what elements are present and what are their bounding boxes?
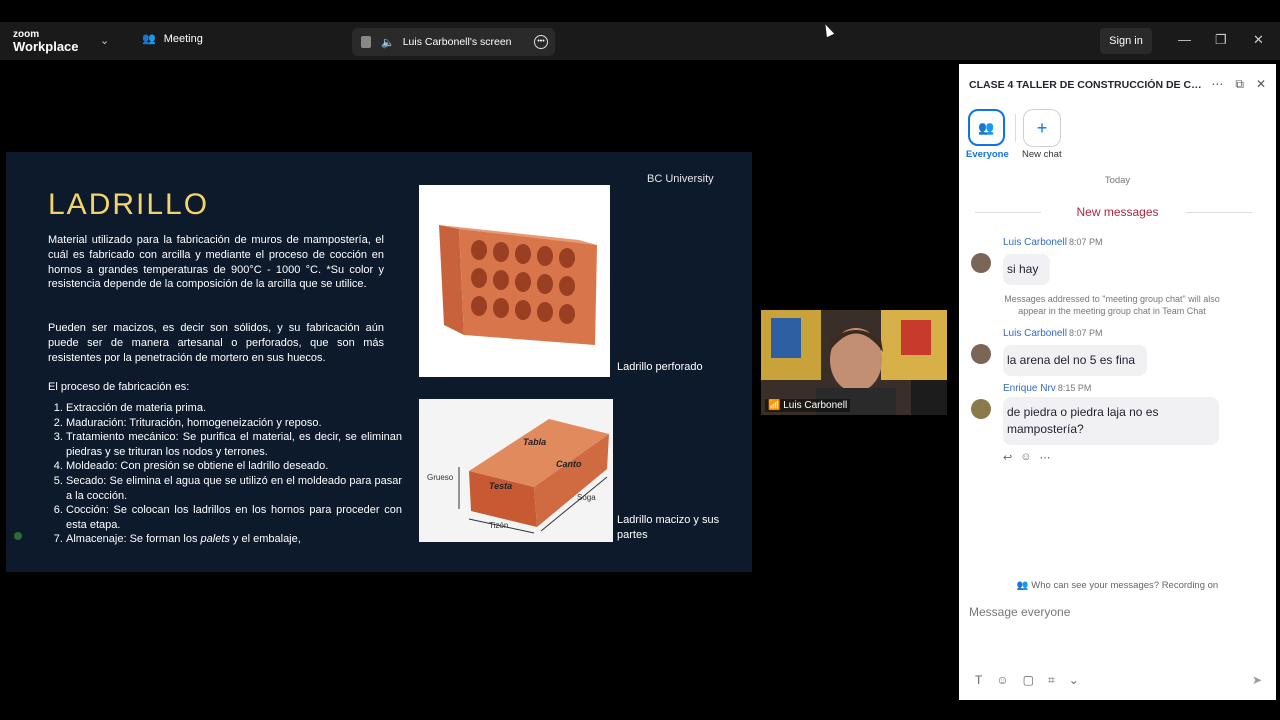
emoji-icon[interactable]: ☺ — [996, 673, 1008, 688]
process-intro: El proceso de fabricación es: — [48, 381, 190, 393]
date-separator: Today — [1104, 175, 1131, 186]
screen-share-indicator[interactable]: 🔈 Luis Carbonell's screen ••• — [352, 28, 555, 56]
visibility-notice[interactable]: 👥 Who can see your messages? Recording o… — [959, 580, 1276, 591]
add-reaction-icon[interactable]: ☺ — [1020, 451, 1031, 464]
top-bar: zoom Workplace ⌄ 👥 Meeting 🔈 Luis Carbon… — [0, 22, 1280, 60]
format-text-icon[interactable]: T — [975, 673, 982, 688]
status-dot — [14, 532, 22, 540]
message-sender[interactable]: Luis Carbonell 8:07 PM — [1003, 328, 1102, 339]
restore-icon[interactable]: ❐ — [1215, 32, 1227, 48]
logo-chevron-down-icon[interactable]: ⌄ — [100, 34, 109, 47]
more-options-icon[interactable]: ••• — [534, 35, 548, 49]
minimize-icon[interactable]: — — [1178, 32, 1191, 47]
screenshot-icon[interactable]: ⌗ — [1048, 673, 1055, 688]
message-bubble[interactable]: la arena del no 5 es fina — [1003, 345, 1148, 376]
caption-perforated: Ladrillo perforado — [617, 361, 703, 373]
more-icon[interactable]: ⋯ — [1211, 77, 1223, 92]
file-icon[interactable]: ▢ — [1023, 673, 1034, 688]
process-steps: Extracción de materia prima. Maduración:… — [48, 401, 402, 547]
process-step: Extracción de materia prima. — [66, 401, 402, 416]
chevron-down-icon[interactable]: ⌄ — [1069, 673, 1079, 688]
plus-icon: + — [1036, 117, 1048, 138]
send-icon[interactable]: ➤ — [1252, 673, 1262, 687]
process-step: Almacenaje: Se forman los palets y el em… — [66, 532, 402, 547]
new-chat-button[interactable]: + — [1023, 109, 1061, 147]
slide-paragraph-1: Material utilizado para la fabricación d… — [48, 234, 384, 291]
reply-icon[interactable]: ↩ — [1003, 451, 1012, 464]
sign-in-button[interactable]: Sign in — [1100, 28, 1152, 54]
message-bubble[interactable]: de piedra o piedra laja no es mamposterí… — [1003, 397, 1219, 445]
process-step: Moldeado: Con presión se obtiene el ladr… — [66, 459, 402, 474]
new-chat-label: New chat — [1022, 149, 1062, 160]
process-step: Secado: Se elimina el agua que se utiliz… — [66, 474, 402, 503]
close-icon[interactable]: ✕ — [1253, 32, 1264, 48]
everyone-tile[interactable]: 👥 — [968, 109, 1005, 146]
slide-org: BC University — [647, 173, 714, 185]
speaker-icon[interactable]: 🔈 — [381, 36, 395, 49]
divider — [1015, 114, 1016, 142]
perforated-brick-image — [419, 185, 610, 377]
group-chat-note: Messages addressed to "meeting group cha… — [1004, 294, 1220, 316]
message-actions: ↩ ☺ ⋯ — [1003, 451, 1050, 464]
new-messages-separator: New messages — [959, 205, 1276, 219]
shared-slide: LADRILLO BC University Material utilizad… — [6, 152, 752, 572]
people-icon: 👥 — [142, 33, 156, 45]
message-input[interactable]: Message everyone — [969, 605, 1070, 619]
process-step: Maduración: Trituración, homogeneización… — [66, 416, 402, 431]
message-sender[interactable]: Luis Carbonell 8:07 PM — [1003, 237, 1102, 248]
caption-solid: Ladrillo macizo y sus partes — [617, 514, 720, 541]
everyone-label: Everyone — [966, 149, 1009, 160]
chat-title: CLASE 4 TALLER DE CONSTRUCCIÓN DE CAS... — [969, 79, 1205, 91]
avatar[interactable] — [971, 253, 991, 273]
message-bubble[interactable]: si hay — [1003, 254, 1051, 285]
participant-name-tag: 📶 Luis Carbonell — [765, 399, 851, 412]
avatar[interactable] — [971, 399, 991, 419]
pop-out-icon[interactable]: ⧉ — [1235, 77, 1244, 92]
sharer-avatar — [361, 36, 371, 48]
avatar[interactable] — [971, 344, 991, 364]
zoom-logo: zoom Workplace — [13, 29, 79, 54]
close-chat-icon[interactable]: ✕ — [1256, 77, 1266, 92]
more-actions-icon[interactable]: ⋯ — [1039, 451, 1050, 464]
process-step: Tratamiento mecánico: Se purifica el mat… — [66, 430, 402, 459]
meeting-button[interactable]: 👥 Meeting — [142, 32, 203, 46]
chat-panel: CLASE 4 TALLER DE CONSTRUCCIÓN DE CAS...… — [959, 64, 1276, 700]
process-step: Cocción: Se colocan los ladrillos en los… — [66, 503, 402, 532]
slide-paragraph-2: Pueden ser macizos, es decir son sólidos… — [48, 322, 384, 364]
solid-brick-diagram: Tabla Canto Testa Grueso Soga Tizón — [419, 399, 613, 542]
slide-title: LADRILLO — [48, 188, 210, 221]
message-sender[interactable]: Enrique Nrv 8:15 PM — [1003, 383, 1091, 394]
participant-video[interactable]: 📶 Luis Carbonell — [761, 310, 947, 415]
people-icon: 👥 — [978, 119, 995, 135]
